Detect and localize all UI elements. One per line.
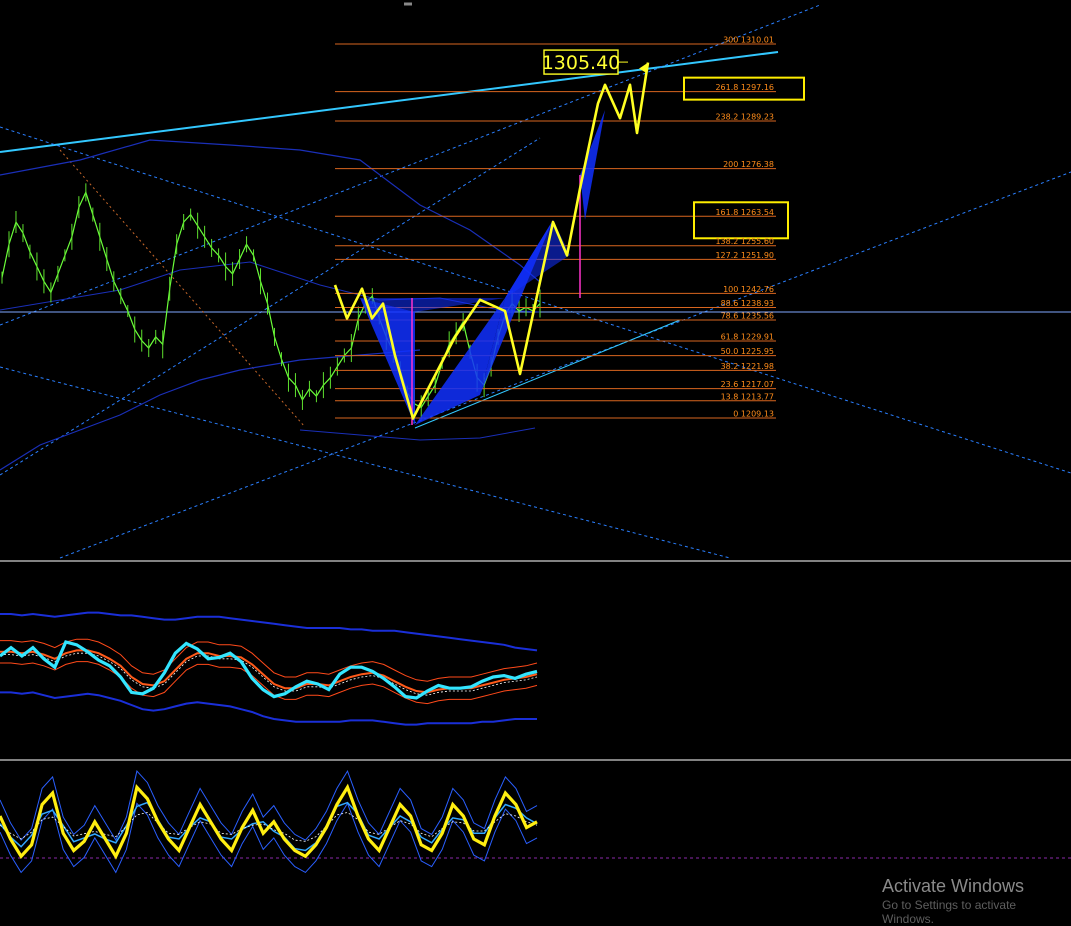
fib-level-label: 161.8 1263.54 xyxy=(715,208,774,217)
fib-level-label: 38.2 1221.98 xyxy=(721,362,774,371)
fib-level-label: 13.8 1213.77 xyxy=(721,392,774,401)
fib-level-label: 88.6 1238.93 xyxy=(721,299,774,308)
fib-level-label: 138.2 1255.60 xyxy=(715,237,774,246)
fib-level-label: 127.2 1251.90 xyxy=(715,251,774,260)
fib-level-label: 0 1209.13 xyxy=(733,410,774,419)
fib-level-label: 23.6 1217.07 xyxy=(721,380,774,389)
fib-level-label: 78.6 1235.56 xyxy=(721,312,774,321)
fib-level-label: 50.0 1225.95 xyxy=(721,347,774,356)
activate-windows-title: Activate Windows xyxy=(882,876,1025,896)
fib-level-label: 238.2 1289.23 xyxy=(715,113,774,122)
fib-level-label: 100 1242.76 xyxy=(723,285,774,294)
activate-windows-subtitle: Go to Settings to activate Windows. xyxy=(882,898,1017,926)
target-price-label: 1305.40 xyxy=(542,52,621,74)
fib-level-label: 200 1276.38 xyxy=(723,160,774,169)
chart-root: 300 1310.01 261.8 1297.16 238.2 1289.23 200… xyxy=(0,0,1071,908)
fib-level-label: 61.8 1229.91 xyxy=(721,332,774,341)
fib-level-label: 261.8 1297.16 xyxy=(715,83,774,92)
fib-level-label: 300 1310.01 xyxy=(723,36,774,45)
target-price: 1305.40 xyxy=(542,49,628,75)
